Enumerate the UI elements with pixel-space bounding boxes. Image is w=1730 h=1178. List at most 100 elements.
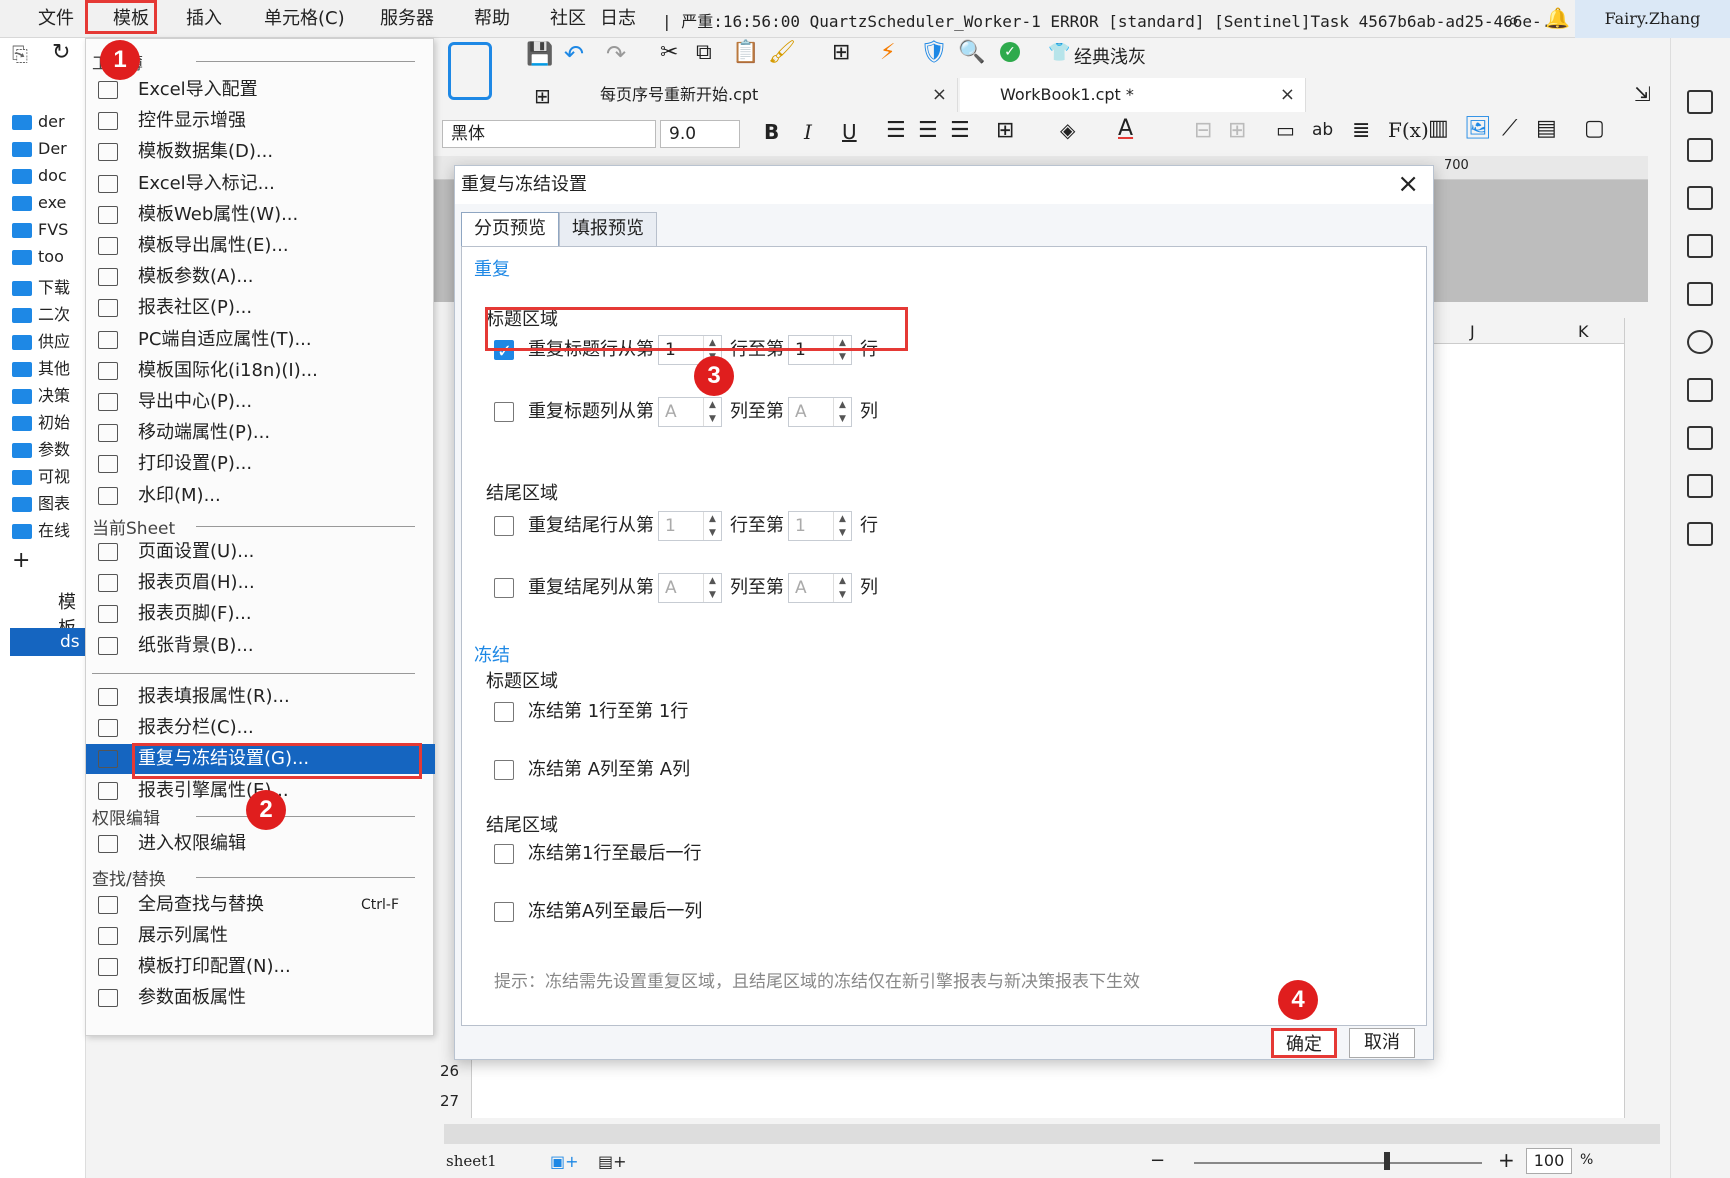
- zoom-slider-handle[interactable]: [1384, 1152, 1390, 1170]
- ab-icon[interactable]: ab: [1312, 120, 1333, 140]
- grid-icon[interactable]: ⊞: [534, 84, 551, 108]
- document-icon[interactable]: [1687, 378, 1713, 402]
- dataset-item[interactable]: ds: [10, 628, 86, 656]
- tree-folder-item[interactable]: der: [12, 112, 86, 136]
- to-spinner[interactable]: 1 ▲ ▼: [788, 511, 852, 541]
- align-left-icon[interactable]: ☰: [886, 118, 906, 143]
- cell-element-icon[interactable]: [1687, 138, 1713, 162]
- tree-folder-item[interactable]: FVS: [12, 220, 86, 244]
- repeat-checkbox[interactable]: [494, 402, 514, 422]
- spinner-arrows-icon[interactable]: ▲▼: [703, 512, 721, 540]
- status-log-text[interactable]: | 严重:16:56:00 QuartzScheduler_Worker-1 E…: [662, 8, 1571, 32]
- tree-folder-item[interactable]: doc: [12, 166, 86, 190]
- tree-folder-item[interactable]: 决策: [12, 382, 86, 406]
- column-header-j[interactable]: J: [1470, 322, 1475, 341]
- zoom-in-icon[interactable]: +: [1498, 1148, 1515, 1172]
- formula-icon[interactable]: F(x): [1388, 118, 1429, 142]
- menu-item[interactable]: 报表社区(P)...: [86, 293, 435, 323]
- undo-icon[interactable]: ↶: [564, 40, 584, 68]
- inspect-icon[interactable]: 🔍: [958, 40, 985, 65]
- vertical-scrollbar[interactable]: [1624, 318, 1648, 1118]
- tree-folder-item[interactable]: 二次: [12, 301, 86, 325]
- menu-community[interactable]: 社区: [542, 6, 594, 32]
- save-icon[interactable]: 💾: [526, 42, 553, 67]
- font-select[interactable]: 黑体: [442, 120, 656, 148]
- tab-menu-icon[interactable]: ⇲: [1634, 82, 1651, 106]
- shield-icon[interactable]: 🛡: [920, 40, 948, 65]
- menu-item[interactable]: 模板国际化(i18n)(I)...: [86, 356, 435, 386]
- tree-folder-item[interactable]: 图表: [12, 490, 86, 514]
- from-spinner[interactable]: A ▲ ▼: [658, 573, 722, 603]
- format-brush-icon[interactable]: 🖌: [768, 40, 796, 65]
- tab-fill-preview[interactable]: 填报预览: [559, 212, 657, 246]
- horizontal-scrollbar[interactable]: [444, 1124, 1660, 1144]
- menu-item[interactable]: 导出中心(P)...: [86, 387, 435, 417]
- align-center-icon[interactable]: ☰: [918, 118, 938, 143]
- paste-icon[interactable]: 📋: [732, 40, 759, 65]
- menu-item[interactable]: 参数面板属性: [86, 983, 435, 1013]
- chart-icon[interactable]: ▥: [1428, 116, 1449, 141]
- repeat-checkbox[interactable]: [494, 516, 514, 536]
- spinner-arrows-icon[interactable]: ▲▼: [703, 574, 721, 602]
- cell-attr-icon[interactable]: [1687, 90, 1713, 114]
- italic-icon[interactable]: I: [804, 120, 812, 144]
- engine-icon[interactable]: ⚡: [880, 40, 895, 65]
- refresh-icon[interactable]: ↻: [52, 40, 70, 65]
- preview-icon[interactable]: [448, 42, 492, 100]
- tree-folder-item[interactable]: Der: [12, 139, 86, 163]
- search-icon[interactable]: ⌕: [1508, 8, 1519, 32]
- sheet-tab[interactable]: sheet1: [446, 1152, 497, 1170]
- tree-folder-item[interactable]: too: [12, 247, 86, 271]
- cancel-button[interactable]: 取消: [1349, 1028, 1415, 1058]
- widget-icon[interactable]: [1687, 186, 1713, 210]
- menu-item[interactable]: 报表页脚(F)...: [86, 599, 435, 629]
- freeze-cols-checkbox[interactable]: [494, 760, 514, 780]
- menu-item[interactable]: 报表分栏(C)...: [86, 713, 435, 743]
- copy-icon[interactable]: ⧉: [696, 40, 712, 65]
- list-icon[interactable]: [1687, 282, 1713, 306]
- font-color-icon[interactable]: A: [1118, 116, 1133, 141]
- unmerge-icon[interactable]: ⊞: [1228, 118, 1246, 143]
- menu-item[interactable]: 纸张背景(B)...: [86, 631, 435, 661]
- zoom-slider[interactable]: [1194, 1162, 1482, 1164]
- tree-folder-item[interactable]: 下载: [12, 274, 86, 298]
- user-name[interactable]: Fairy.Zhang: [1575, 0, 1730, 38]
- spinner-arrows-icon[interactable]: ▲▼: [703, 398, 721, 426]
- menu-item[interactable]: Excel导入配置: [86, 75, 435, 105]
- to-spinner[interactable]: A ▲ ▼: [788, 573, 852, 603]
- menu-item[interactable]: 模板数据集(D)...: [86, 137, 435, 167]
- menu-item[interactable]: 进入权限编辑: [86, 829, 435, 859]
- from-spinner[interactable]: 1 ▲▼: [658, 511, 722, 541]
- table-icon[interactable]: [1687, 426, 1713, 450]
- menu-item[interactable]: Excel导入标记...: [86, 169, 435, 199]
- menu-item[interactable]: 打印设置(P)...: [86, 449, 435, 479]
- freeze-to-last-col-checkbox[interactable]: [494, 902, 514, 922]
- tree-icon[interactable]: [1687, 474, 1713, 498]
- tree-folder-item[interactable]: 其他: [12, 355, 86, 379]
- to-spinner[interactable]: A ▲ ▼: [788, 397, 852, 427]
- file-icon[interactable]: ⎘: [12, 42, 28, 66]
- text-field-icon[interactable]: ▭: [1276, 118, 1295, 142]
- slash-icon[interactable]: ⟋: [1502, 116, 1517, 141]
- link-icon[interactable]: [1687, 330, 1713, 354]
- menu-item[interactable]: 全局查找与替换 Ctrl-F: [86, 890, 435, 920]
- menu-item[interactable]: 展示列属性: [86, 921, 435, 951]
- align-right-icon[interactable]: ☰: [950, 118, 970, 143]
- add-poly-sheet-icon[interactable]: ▤+: [598, 1152, 627, 1171]
- tree-folder-item[interactable]: 参数: [12, 436, 86, 460]
- menu-cell[interactable]: 单元格(C): [256, 6, 353, 32]
- menu-server[interactable]: 服务器: [372, 6, 442, 32]
- font-size-select[interactable]: 9.0: [660, 120, 740, 148]
- row-header-26[interactable]: 26: [440, 1062, 459, 1080]
- tab-file-2[interactable]: WorkBook1.cpt * ×: [960, 78, 1306, 112]
- tree-folder-item[interactable]: 可视: [12, 463, 86, 487]
- border-icon[interactable]: ⊞: [996, 118, 1014, 143]
- underline-icon[interactable]: U: [842, 120, 857, 144]
- zoom-input[interactable]: 100: [1526, 1148, 1572, 1174]
- column-header-k[interactable]: K: [1578, 322, 1589, 341]
- menu-file[interactable]: 文件: [30, 6, 82, 32]
- menu-item[interactable]: 水印(M)...: [86, 481, 435, 511]
- spinner-arrows-icon[interactable]: ▲▼: [833, 398, 851, 426]
- check-icon[interactable]: ✓: [1000, 42, 1020, 62]
- menu-item[interactable]: 控件显示增强: [86, 106, 435, 136]
